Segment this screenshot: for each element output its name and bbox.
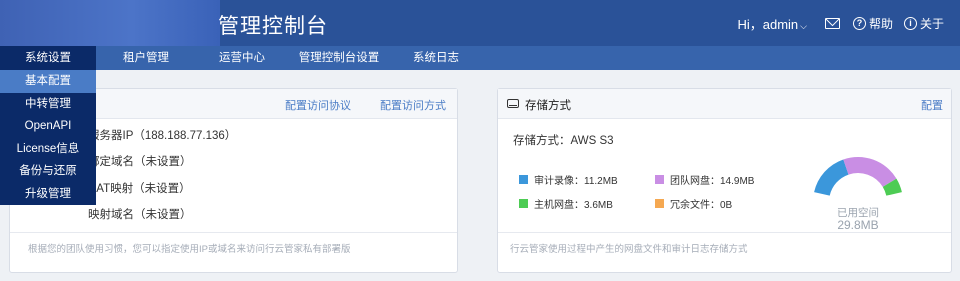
- main-nav: 系统设置 租户管理 运营中心 管理控制台设置 系统日志: [0, 46, 960, 70]
- help-label: 帮助: [868, 16, 893, 31]
- card-divider: [10, 232, 457, 233]
- storage-card-header: 存储方式 配置: [498, 89, 951, 119]
- legend-host-drive: 主机网盘：3.6MB: [519, 196, 613, 211]
- menu-item-backup-restore[interactable]: 备份与还原: [0, 160, 96, 183]
- legend-swatch: [655, 199, 664, 208]
- logo[interactable]: [0, 0, 220, 46]
- legend-swatch: [655, 175, 664, 184]
- legend-swatch: [519, 175, 528, 184]
- storage-card: 存储方式 配置 存储方式：AWS S3 审计录像：11.2MB 团队网盘：14.…: [497, 88, 952, 273]
- menu-item-upgrade[interactable]: 升级管理: [0, 183, 96, 206]
- server-ip: 服务器IP（188.188.77.136）: [88, 130, 237, 142]
- nav-operations-center[interactable]: 运营中心: [206, 46, 278, 70]
- nav-system-log[interactable]: 系统日志: [400, 46, 472, 70]
- legend-label: 主机网盘：3.6MB: [534, 200, 613, 211]
- about-link[interactable]: i 关于: [903, 15, 944, 32]
- user-greeting: Hi，admin: [737, 16, 799, 32]
- legend-team-drive: 团队网盘：14.9MB: [655, 172, 754, 187]
- nav-tenant-management[interactable]: 租户管理: [110, 46, 182, 70]
- nat-mapping: NAT映射（未设置）: [88, 183, 191, 195]
- system-settings-dropdown: 基本配置 中转管理 OpenAPI License信息 备份与还原 升级管理: [0, 70, 96, 205]
- storage-card-footnote: 行云管家使用过程中产生的网盘文件和审计日志存储方式: [510, 244, 748, 255]
- about-label: 关于: [919, 16, 944, 31]
- storage-type: 存储方式：AWS S3: [513, 135, 614, 147]
- help-icon: ?: [852, 16, 866, 30]
- storage-usage-donut: [814, 157, 902, 196]
- donut-slice-2: [843, 157, 897, 187]
- legend-redundant-files: 冗余文件：0B: [655, 196, 732, 211]
- legend-label: 审计录像：11.2MB: [534, 176, 618, 187]
- donut-slice-1: [814, 159, 849, 196]
- hard-drive-icon: [507, 99, 519, 108]
- storage-config-link[interactable]: 配置: [921, 97, 943, 113]
- nav-console-settings[interactable]: 管理控制台设置: [293, 46, 385, 70]
- menu-item-license[interactable]: License信息: [0, 138, 96, 161]
- configure-protocol-link[interactable]: 配置访问协议: [285, 97, 351, 113]
- legend-swatch: [519, 199, 528, 208]
- user-menu[interactable]: Hi，admin ⌵: [737, 14, 807, 33]
- info-icon: i: [903, 16, 917, 30]
- mapped-domain: 映射域名（未设置）: [88, 209, 192, 221]
- top-header: 管理控制台 Hi，admin ⌵ ? 帮助 i 关于: [0, 0, 960, 46]
- help-link[interactable]: ? 帮助: [852, 15, 893, 32]
- chevron-down-icon: ⌵: [800, 20, 807, 31]
- menu-item-openapi[interactable]: OpenAPI: [0, 115, 96, 138]
- legend-label: 冗余文件：0B: [670, 200, 733, 211]
- legend-label: 团队网盘：14.9MB: [670, 176, 755, 187]
- header-actions: Hi，admin ⌵ ? 帮助 i 关于: [737, 0, 944, 46]
- storage-card-title: 存储方式: [525, 100, 571, 112]
- bound-domain: 绑定域名（未设置）: [88, 156, 192, 168]
- menu-item-relay-management[interactable]: 中转管理: [0, 93, 96, 116]
- nav-system-settings[interactable]: 系统设置: [0, 46, 96, 70]
- app-title: 管理控制台: [218, 15, 328, 38]
- access-card-footnote: 根据您的团队使用习惯，您可以指定使用IP或域名来访问行云管家私有部署版: [28, 244, 351, 255]
- used-space-value: 29.8MB: [837, 218, 879, 232]
- configure-access-link[interactable]: 配置访问方式: [380, 97, 446, 113]
- card-divider: [498, 232, 951, 233]
- mail-icon[interactable]: [824, 17, 840, 29]
- menu-item-basic-config[interactable]: 基本配置: [0, 70, 96, 93]
- legend-audit-recording: 审计录像：11.2MB: [519, 172, 618, 187]
